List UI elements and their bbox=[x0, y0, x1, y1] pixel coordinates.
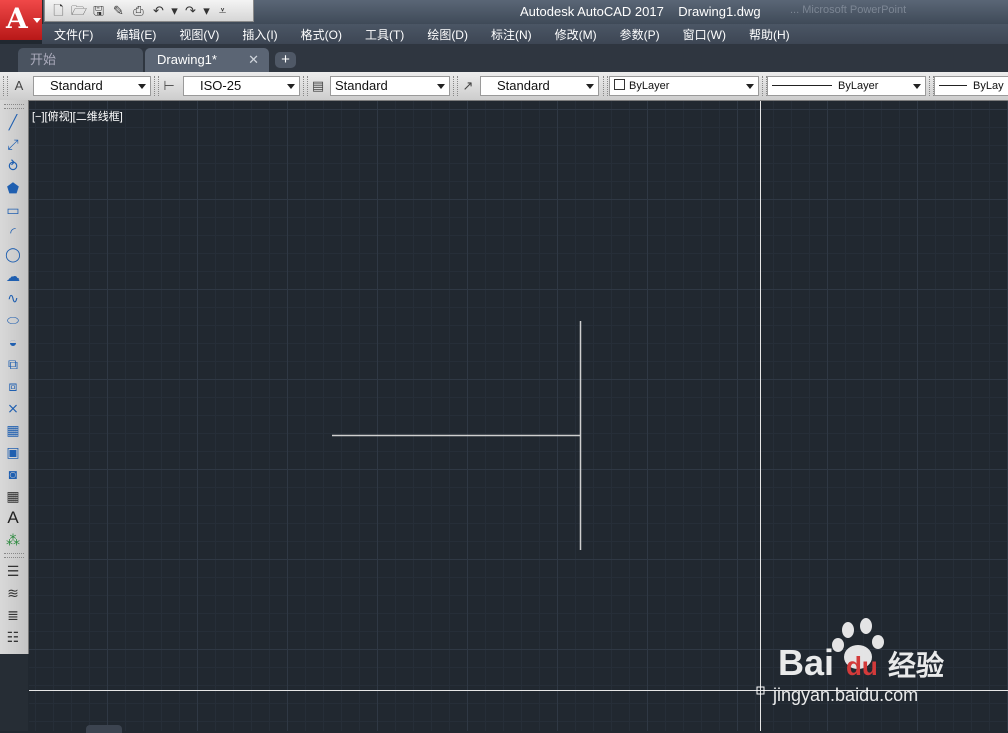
watermark-brand: Bai bbox=[778, 642, 834, 683]
watermark-brand-du: du bbox=[846, 651, 878, 681]
drawing-overlay: Bai du 经验 jingyan.baidu.com bbox=[29, 101, 1008, 731]
watermark-cn: 经验 bbox=[888, 649, 944, 682]
watermark-url: jingyan.baidu.com bbox=[772, 685, 918, 705]
scroll-handle[interactable] bbox=[86, 725, 122, 733]
